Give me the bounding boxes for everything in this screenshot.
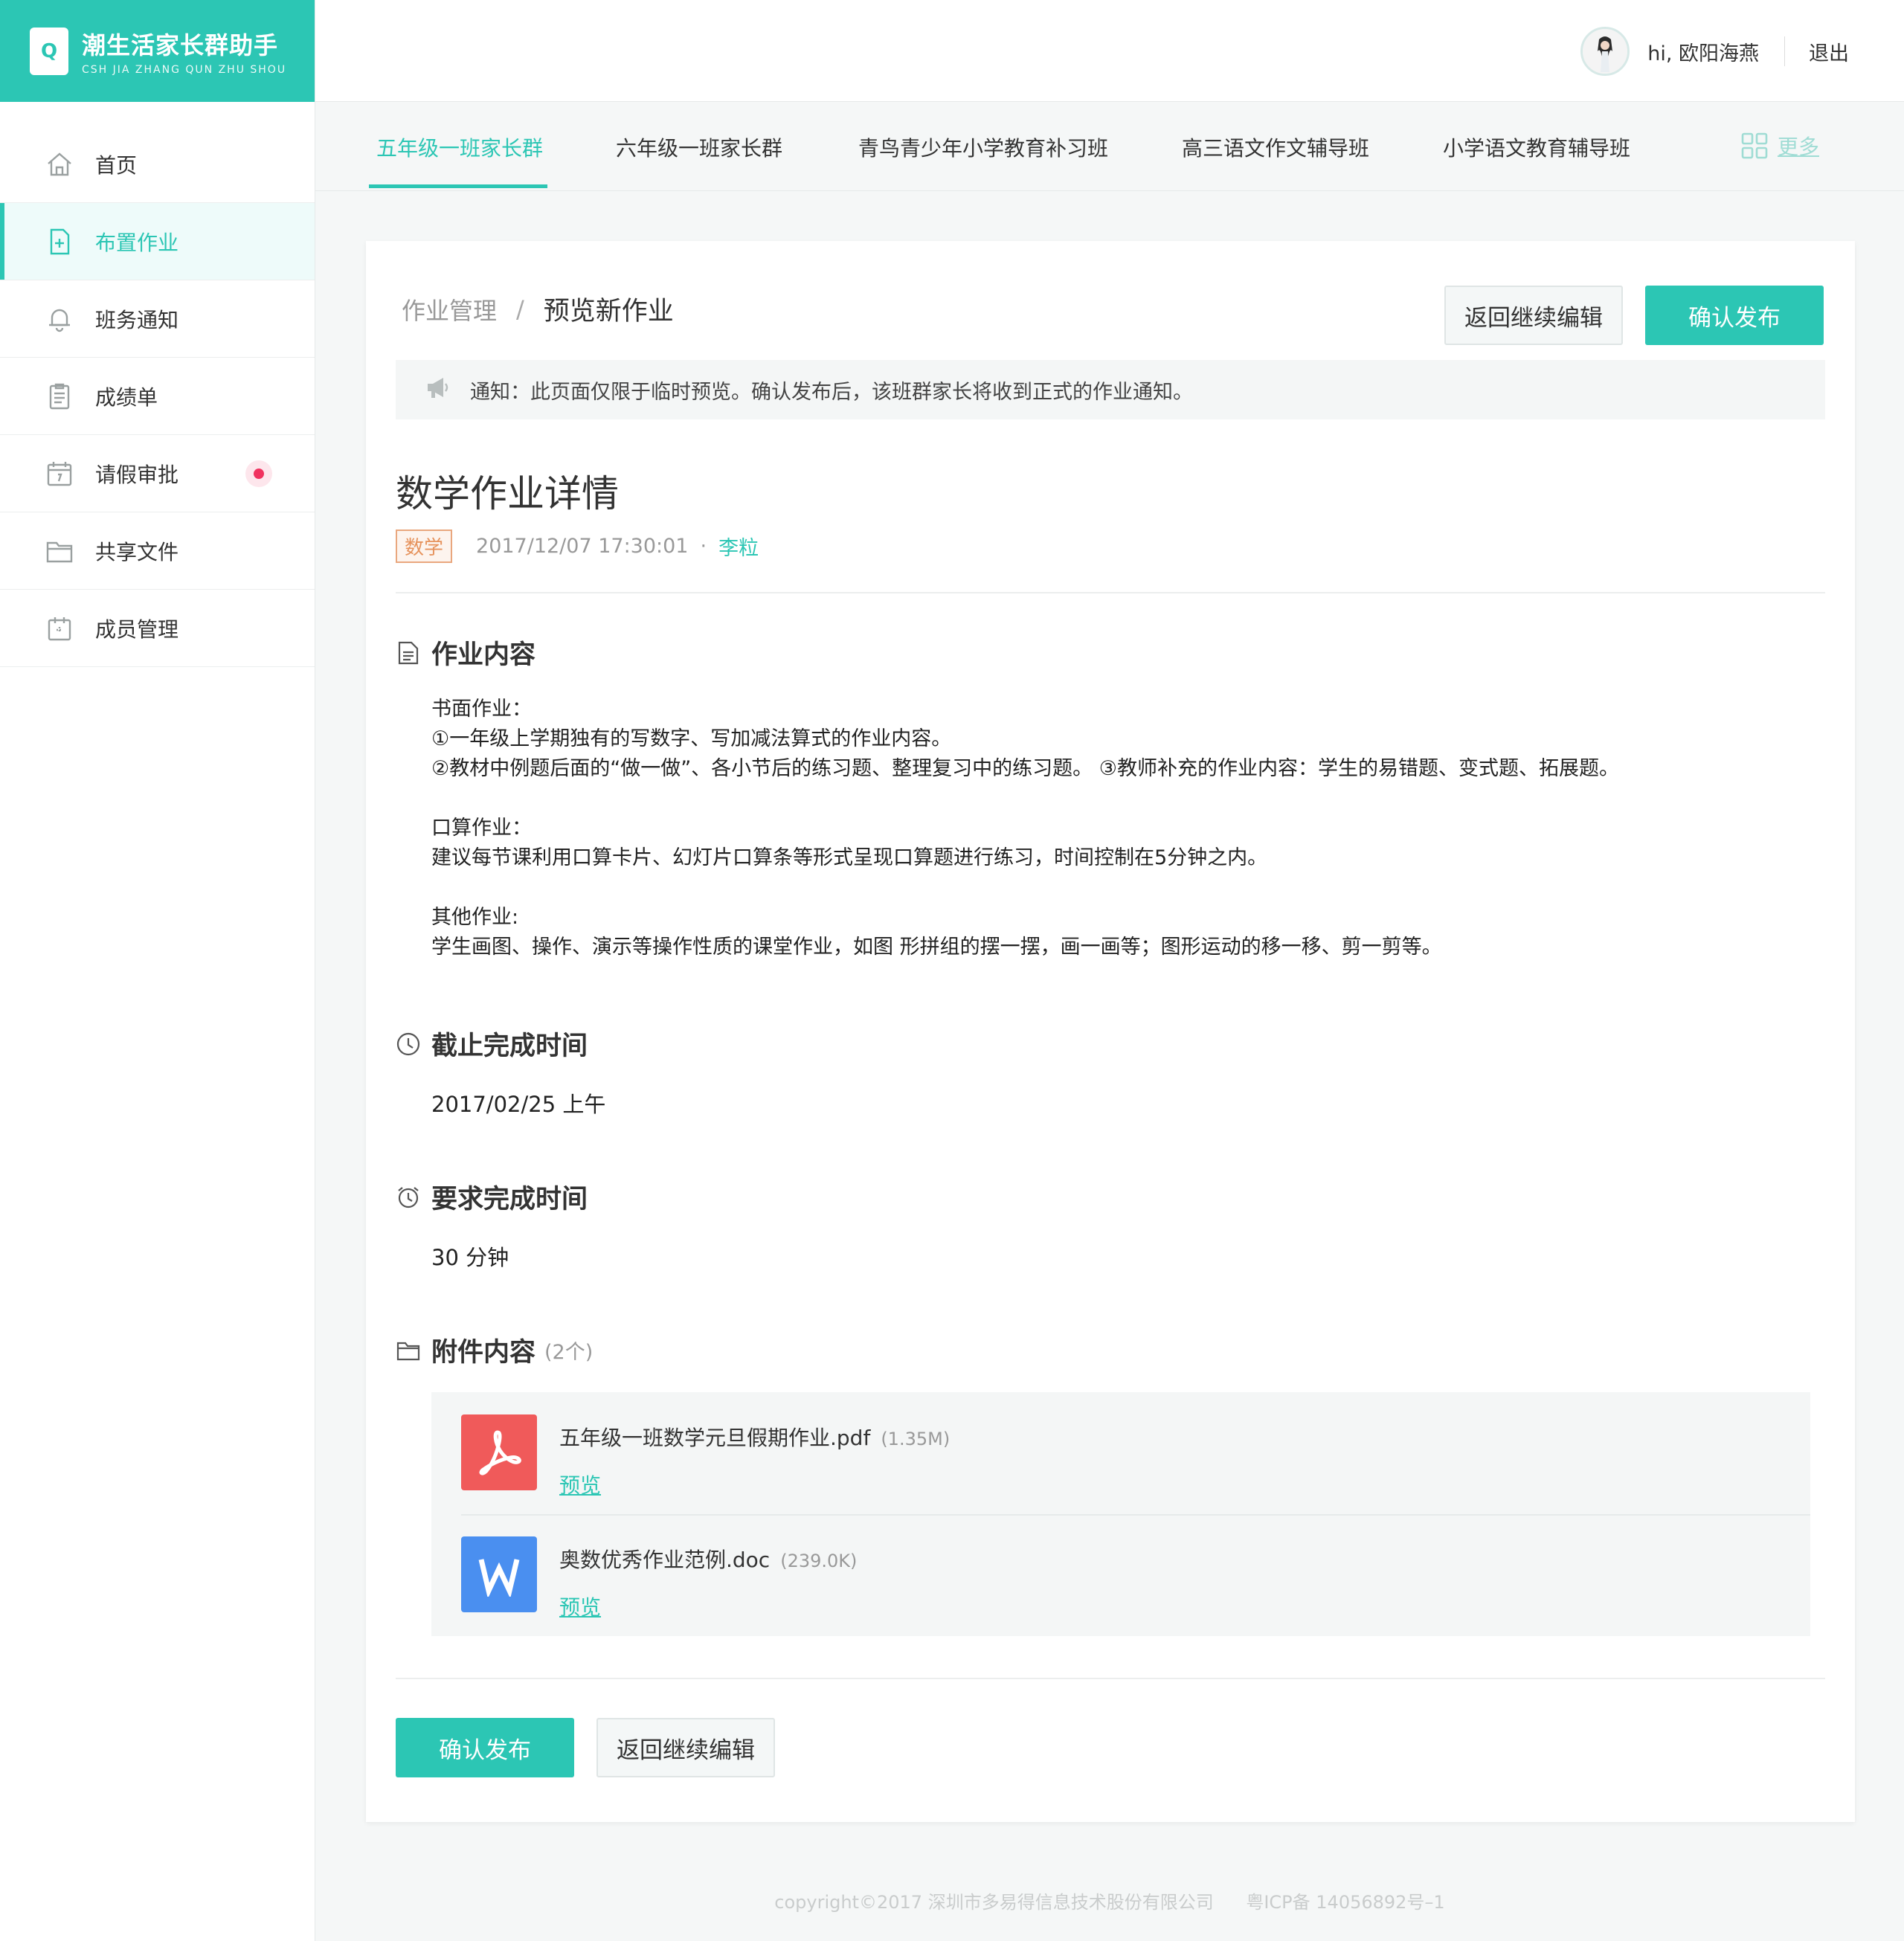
notification-badge bbox=[245, 460, 272, 487]
attachment-preview-link[interactable]: 预览 bbox=[559, 1470, 601, 1499]
attachment-name: 奥数优秀作业范例.doc bbox=[559, 1548, 771, 1572]
preview-card: 作业管理 / 预览新作业 返回继续编辑 确认发布 通知：此页面仅限于临时预览。确… bbox=[366, 241, 1855, 1822]
bell-icon bbox=[45, 304, 74, 334]
back-edit-button-top[interactable]: 返回继续编辑 bbox=[1444, 286, 1623, 345]
top-header: hi, 欧阳海燕 退出 bbox=[315, 0, 1904, 102]
sidebar-item-report[interactable]: 成绩单 bbox=[0, 358, 315, 435]
header-divider bbox=[1784, 36, 1785, 66]
user-menu: hi, 欧阳海燕 退出 bbox=[1580, 27, 1849, 76]
breadcrumb-parent[interactable]: 作业管理 bbox=[402, 292, 497, 326]
brand-subtitle: CSH JIA ZHANG QUN ZHU SHOU bbox=[82, 63, 287, 76]
sidebar-item-label: 首页 bbox=[95, 152, 138, 178]
author-link[interactable]: 李粒 bbox=[718, 532, 759, 561]
pdf-file-icon bbox=[461, 1414, 537, 1490]
deadline-value: 2017/02/25 上午 bbox=[431, 1092, 606, 1117]
sidebar-item-label: 布置作业 bbox=[95, 230, 179, 255]
homework-title: 数学作业详情 bbox=[396, 472, 619, 515]
tab-group-3[interactable]: 青鸟青少年小学教育补习班 bbox=[858, 132, 1108, 162]
active-tab-indicator bbox=[369, 184, 547, 188]
divider bbox=[396, 1678, 1825, 1679]
members-icon bbox=[45, 614, 74, 643]
clock-icon bbox=[396, 1031, 421, 1057]
attachment-divider bbox=[461, 1514, 1810, 1516]
home-icon bbox=[45, 149, 74, 179]
confirm-publish-button-top[interactable]: 确认发布 bbox=[1645, 286, 1824, 345]
calendar-icon bbox=[45, 459, 74, 489]
tab-group-2[interactable]: 六年级一班家长群 bbox=[616, 132, 782, 162]
subject-tag: 数学 bbox=[396, 529, 453, 563]
icp-text: 粤ICP备 14056892号–1 bbox=[1246, 1892, 1445, 1913]
publish-datetime: 2017/12/07 17:30:01 bbox=[476, 535, 689, 558]
sidebar-item-label: 成员管理 bbox=[95, 617, 179, 642]
avatar[interactable] bbox=[1580, 27, 1630, 76]
brand-logo: Q bbox=[30, 27, 68, 75]
sidebar-item-assignment[interactable]: 布置作业 bbox=[0, 203, 315, 280]
assignment-icon bbox=[45, 227, 74, 257]
breadcrumb-separator: / bbox=[516, 294, 524, 324]
tab-group-1[interactable]: 五年级一班家长群 bbox=[376, 132, 543, 162]
section-label: 作业内容 bbox=[431, 640, 536, 670]
folder-icon bbox=[45, 536, 74, 566]
sidebar: Q 潮生活家长群助手 CSH JIA ZHANG QUN ZHU SHOU 首页… bbox=[0, 0, 315, 1941]
brand[interactable]: Q 潮生活家长群助手 CSH JIA ZHANG QUN ZHU SHOU bbox=[0, 0, 315, 102]
brand-title: 潮生活家长群助手 bbox=[82, 30, 279, 59]
homework-meta: 数学 2017/12/07 17:30:01 · 李粒 bbox=[396, 529, 759, 563]
duration-value: 30 分钟 bbox=[431, 1245, 509, 1270]
sidebar-item-label: 成绩单 bbox=[95, 384, 158, 410]
sidebar-item-notice[interactable]: 班务通知 bbox=[0, 280, 315, 358]
grid-icon bbox=[1740, 132, 1769, 160]
word-file-icon bbox=[461, 1536, 537, 1612]
attachment-item: 五年级一班数学元旦假期作业.pdf (1.35M) 预览 bbox=[461, 1414, 950, 1499]
page-footer: copyright©2017 深圳市多易得信息技术股份有限公司 粤ICP备 14… bbox=[315, 1887, 1904, 1913]
back-edit-button-bottom[interactable]: 返回继续编辑 bbox=[596, 1718, 775, 1777]
homework-content: 书面作业： ①一年级上学期独有的写数字、写加减法算式的作业内容。 ②教材中例题后… bbox=[431, 698, 1619, 959]
sidebar-item-label: 班务通知 bbox=[95, 307, 179, 332]
sidebar-item-label: 共享文件 bbox=[95, 539, 179, 564]
section-label: 附件内容 bbox=[431, 1338, 536, 1368]
notice-text: 通知：此页面仅限于临时预览。确认发布后，该班群家长将收到正式的作业通知。 bbox=[470, 380, 1193, 404]
tab-group-5[interactable]: 小学语文教育辅导班 bbox=[1443, 132, 1630, 162]
attachment-preview-link[interactable]: 预览 bbox=[559, 1591, 601, 1621]
attachment-item: 奥数优秀作业范例.doc (239.0K) 预览 bbox=[461, 1536, 857, 1621]
report-icon bbox=[45, 382, 74, 411]
group-tabs: 五年级一班家长群 六年级一班家长群 青鸟青少年小学教育补习班 高三语文作文辅导班… bbox=[315, 103, 1904, 191]
megaphone-icon bbox=[425, 375, 451, 405]
logout-link[interactable]: 退出 bbox=[1809, 37, 1849, 66]
sidebar-item-files[interactable]: 共享文件 bbox=[0, 512, 315, 590]
deadline-section-title: 截止完成时间 bbox=[396, 1025, 588, 1063]
section-label: 要求完成时间 bbox=[431, 1185, 588, 1214]
attachment-size: (239.0K) bbox=[780, 1551, 858, 1571]
attachment-count: (2个) bbox=[544, 1341, 594, 1364]
sidebar-nav: 首页 布置作业 班务通知 成绩单 请假审批 共享文件 成员管理 bbox=[0, 126, 315, 667]
tab-more[interactable]: 更多 bbox=[1740, 131, 1819, 161]
attachment-name: 五年级一班数学元旦假期作业.pdf bbox=[559, 1426, 871, 1450]
attachment-size: (1.35M) bbox=[881, 1429, 951, 1449]
sidebar-item-home[interactable]: 首页 bbox=[0, 126, 315, 203]
alarm-icon bbox=[396, 1185, 421, 1210]
preview-notice: 通知：此页面仅限于临时预览。确认发布后，该班群家长将收到正式的作业通知。 bbox=[396, 360, 1825, 419]
sidebar-item-label: 请假审批 bbox=[95, 462, 179, 487]
sidebar-item-leave[interactable]: 请假审批 bbox=[0, 435, 315, 512]
section-label: 截止完成时间 bbox=[431, 1031, 588, 1061]
tab-more-label: 更多 bbox=[1777, 135, 1819, 159]
tab-group-4[interactable]: 高三语文作文辅导班 bbox=[1182, 132, 1369, 162]
breadcrumb-current: 预览新作业 bbox=[543, 297, 674, 326]
sidebar-item-members[interactable]: 成员管理 bbox=[0, 590, 315, 667]
confirm-publish-button-bottom[interactable]: 确认发布 bbox=[396, 1718, 574, 1777]
divider bbox=[396, 592, 1825, 593]
attachment-list: 五年级一班数学元旦假期作业.pdf (1.35M) 预览 奥数优秀作业范例.doc… bbox=[431, 1392, 1810, 1636]
document-icon bbox=[396, 640, 421, 666]
meta-dot: · bbox=[700, 535, 707, 558]
attachments-section-title: 附件内容 (2个) bbox=[396, 1331, 593, 1369]
breadcrumb: 作业管理 / 预览新作业 bbox=[402, 290, 674, 328]
copyright-text: copyright©2017 深圳市多易得信息技术股份有限公司 bbox=[774, 1892, 1214, 1913]
duration-section-title: 要求完成时间 bbox=[396, 1178, 588, 1216]
folder-icon bbox=[396, 1338, 421, 1363]
content-section-title: 作业内容 bbox=[396, 634, 536, 672]
user-greeting: hi, 欧阳海燕 bbox=[1647, 42, 1759, 65]
